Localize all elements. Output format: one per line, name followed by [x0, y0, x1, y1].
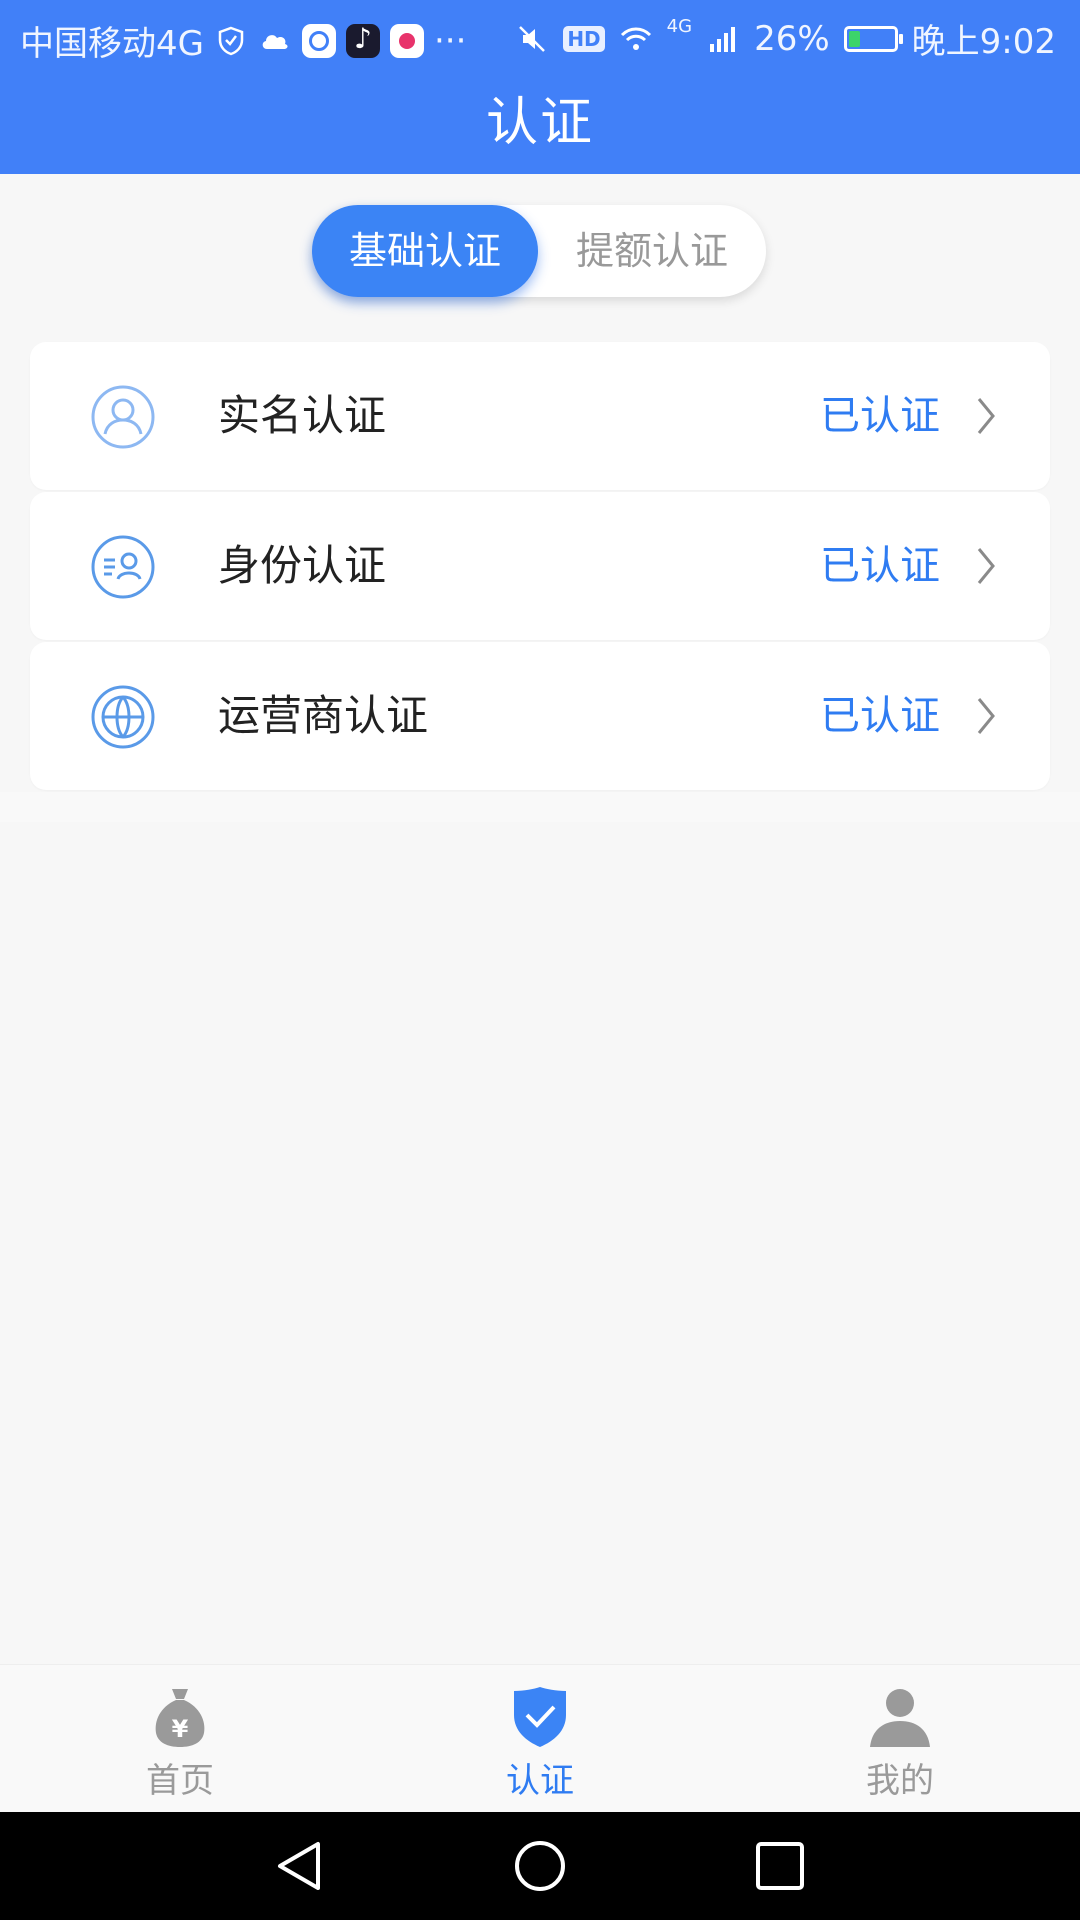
list-item-label: 身份认证 [218, 541, 387, 590]
list-footer-divider [0, 792, 1080, 822]
tab-home[interactable]: ¥ 首页 [80, 1665, 280, 1813]
back-icon[interactable] [272, 1838, 328, 1894]
list-item-status: 已认证 [820, 393, 940, 439]
svg-text:¥: ¥ [172, 1715, 189, 1743]
chevron-right-icon [977, 548, 995, 584]
person-icon [870, 1689, 930, 1747]
list-item-identity[interactable]: 身份认证 已认证 [30, 492, 1050, 640]
status-bar: 中国移动4G ··· HD [0, 0, 1080, 76]
more-notifications-label: ··· [433, 20, 467, 61]
list-item-label: 运营商认证 [218, 691, 429, 740]
status-left: 中国移动4G ··· [20, 16, 466, 65]
tab-label: 我的 [866, 1761, 934, 1801]
home-circle-icon[interactable] [512, 1838, 568, 1894]
qq-app-icon [301, 23, 336, 58]
list-item-carrier[interactable]: 运营商认证 已认证 [30, 642, 1050, 790]
tab-label: 首页 [146, 1761, 214, 1801]
chevron-right-icon [977, 398, 995, 434]
battery-icon [843, 25, 903, 52]
tab-mine[interactable]: 我的 [800, 1665, 1000, 1813]
tab-label: 认证 [506, 1761, 574, 1801]
clock: 晚上9:02 [911, 22, 1056, 62]
id-card-icon [91, 535, 155, 599]
list-item-status: 已认证 [820, 543, 940, 589]
cloud-icon [262, 34, 288, 49]
auth-screen: 中国移动4G ··· HD [0, 0, 1080, 1920]
battery-percent: 26% [754, 18, 830, 59]
tab-auth[interactable]: 认证 [440, 1665, 640, 1813]
auth-list: 实名认证 已认证 身份认证 已认证 运营商认证 已认证 [30, 342, 1050, 792]
bottom-tab-bar: ¥ 首页 认证 我的 [0, 1664, 1080, 1813]
tab-basic-auth[interactable]: 基础认证 [312, 205, 538, 297]
chevron-right-icon [977, 698, 995, 734]
signal-icon [710, 26, 736, 52]
tiktok-app-icon [345, 22, 380, 58]
shield-status-icon [218, 26, 244, 55]
globe-icon [91, 685, 155, 749]
battery-fill [848, 30, 860, 47]
recents-square-icon[interactable] [752, 1838, 808, 1894]
list-item-status: 已认证 [820, 693, 940, 739]
top-bar: 中国移动4G ··· HD [0, 0, 1080, 174]
system-nav-bar [0, 1812, 1080, 1920]
auth-type-segment: 基础认证 提额认证 [312, 205, 766, 297]
network-type-label: 4G [666, 16, 693, 37]
mute-icon [519, 25, 546, 52]
hd-badge: HD [563, 25, 605, 52]
video-app-icon [389, 23, 424, 58]
list-item-real-name[interactable]: 实名认证 已认证 [30, 342, 1050, 490]
list-item-label: 实名认证 [218, 391, 387, 440]
money-bag-icon: ¥ [155, 1689, 205, 1747]
tab-limit-increase-auth[interactable]: 提额认证 [538, 205, 766, 297]
user-icon [91, 385, 155, 449]
page-title: 认证 [485, 93, 594, 153]
shield-check-icon [514, 1687, 566, 1747]
wifi-icon [620, 27, 651, 50]
carrier-label: 中国移动4G [20, 24, 204, 64]
status-right: HD 4G 26% 晚上9:02 [515, 14, 1056, 63]
